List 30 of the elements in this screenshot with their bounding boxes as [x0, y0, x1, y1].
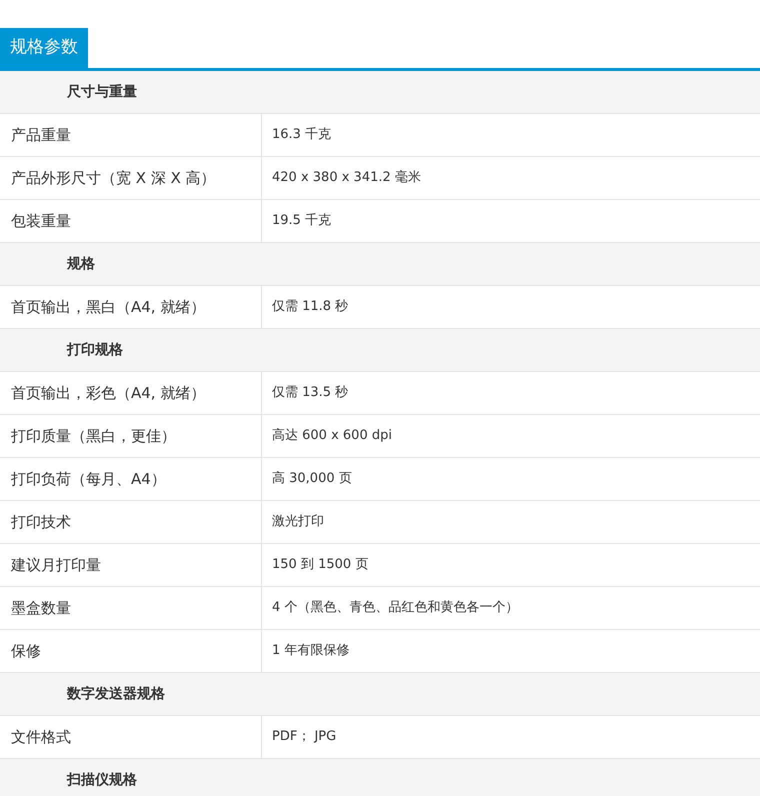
- spec-value-cell-text: 4 个（黑色、青色、品红色和黄色各一个）: [271, 599, 520, 618]
- section-title: 打印规格: [67, 340, 123, 360]
- section-title: 扫描仪规格: [67, 770, 137, 790]
- spec-label-cell: 打印技术: [0, 501, 262, 543]
- spec-label-cell: 产品重量: [0, 114, 262, 156]
- spec-label-cell: 打印质量（黑白，更佳）: [0, 415, 262, 457]
- spec-value-cell-text: 19.5 千克: [271, 212, 332, 230]
- spec-label-cell: 保修: [0, 630, 262, 672]
- spec-value-cell-text: 420 x 380 x 341.2 毫米: [271, 169, 422, 188]
- section-title: 数字发送器规格: [67, 684, 165, 704]
- specs-tab[interactable]: 规格参数: [0, 28, 88, 68]
- spec-value-cell-text: 高 30,000 页: [271, 470, 353, 488]
- spec-label-cell: 首页输出，彩色（A4, 就绪）: [0, 372, 262, 414]
- spec-value-cell-text: 16.3 千克: [271, 126, 332, 144]
- section-title: 尺寸与重量: [67, 82, 137, 102]
- spec-label-cell: 建议月打印量: [0, 544, 262, 586]
- spec-label-cell: 首页输出，黑白（A4, 就绪）: [0, 286, 262, 328]
- spec-label-cell: 打印负荷（每月、A4）: [0, 458, 262, 500]
- spec-value-cell-text: 仅需 11.8 秒: [271, 298, 350, 316]
- spec-label-cell: 包装重量: [0, 200, 262, 242]
- spec-value-cell-text: 激光打印: [271, 513, 325, 532]
- spec-value-cell-text: 高达 600 x 600 dpi: [271, 427, 393, 446]
- spec-value-cell-text: 150 到 1500 页: [271, 556, 370, 574]
- spec-value-cell-text: 仅需 13.5 秒: [271, 384, 350, 402]
- spec-value-cell-text: 1 年有限保修: [271, 642, 350, 660]
- section-title: 规格: [67, 254, 95, 274]
- spec-label-cell: 产品外形尺寸（宽 X 深 X 高）: [0, 157, 262, 199]
- spec-label-cell: 墨盒数量: [0, 587, 262, 629]
- spec-value-cell-text: PDF； JPG: [271, 728, 338, 746]
- spec-label-cell: 文件格式: [0, 716, 262, 758]
